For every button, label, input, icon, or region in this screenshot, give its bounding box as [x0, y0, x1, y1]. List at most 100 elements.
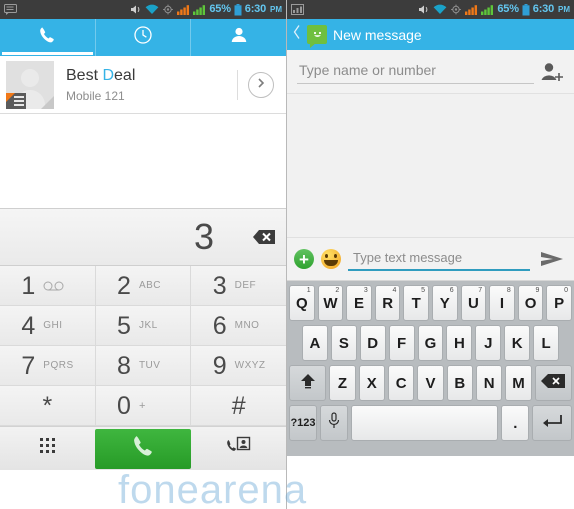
keyboard-row-3: Z X C V B N M	[289, 365, 572, 401]
key-w-sup: 2	[335, 287, 340, 294]
dialpad-row: * 0 + #	[0, 386, 286, 426]
emoji-smiley-icon[interactable]	[321, 249, 341, 269]
key-h[interactable]: H	[446, 325, 473, 361]
dial-number-display[interactable]: 3	[0, 208, 286, 266]
key-6[interactable]: 6 MNO	[191, 306, 286, 346]
shift-icon	[299, 372, 317, 394]
wifi-icon	[433, 4, 447, 15]
key-t-label: T	[411, 294, 421, 312]
tab-phone[interactable]	[0, 19, 96, 56]
key-2[interactable]: 2 ABC	[95, 266, 192, 306]
battery-icon	[234, 3, 242, 16]
key-a[interactable]: A	[302, 325, 328, 361]
clock-icon	[133, 25, 153, 50]
dialer-pane: 65% 6:30 PM Best Deal Mobile 121 3 1 2 A…	[0, 0, 287, 509]
back-chevron-icon[interactable]	[293, 24, 301, 45]
status-bar-left: 65% 6:30 PM	[0, 0, 286, 19]
key-k-label: K	[511, 334, 523, 352]
space-key[interactable]	[350, 405, 499, 441]
key-y[interactable]: 6Y	[432, 285, 458, 321]
key-1-digit: 1	[21, 271, 36, 300]
key-0[interactable]: 0 +	[95, 386, 192, 426]
key-p-label: P	[554, 294, 565, 312]
key-5[interactable]: 5 JKL	[95, 306, 192, 346]
key-u[interactable]: 7U	[460, 285, 487, 321]
keyboard-backspace-key[interactable]	[534, 365, 572, 401]
signal-chart-icon	[291, 4, 304, 15]
enter-icon	[540, 413, 564, 433]
add-recipient-icon[interactable]	[534, 61, 564, 83]
key-z[interactable]: Z	[329, 365, 356, 401]
shift-key[interactable]	[289, 365, 327, 401]
key-hash[interactable]: #	[191, 386, 286, 426]
key-9[interactable]: 9 WXYZ	[191, 346, 286, 386]
key-g[interactable]: G	[417, 325, 444, 361]
key-star[interactable]: *	[0, 386, 96, 426]
key-h-label: H	[453, 334, 465, 352]
call-button[interactable]	[95, 428, 191, 469]
sms-app-icon	[307, 25, 327, 48]
key-x[interactable]: X	[358, 365, 385, 401]
key-5-letters: JKL	[138, 320, 158, 331]
message-input[interactable]	[348, 247, 530, 271]
backspace-icon[interactable]	[242, 225, 276, 249]
key-n[interactable]: N	[476, 365, 503, 401]
plus-icon[interactable]: +	[294, 249, 314, 269]
key-f[interactable]: F	[388, 325, 415, 361]
key-e-sup: 3	[363, 287, 368, 294]
period-key[interactable]: .	[501, 405, 530, 441]
key-4-letters: GHI	[43, 320, 63, 331]
dual-phone-screenshot: 65% 6:30 PM Best Deal Mobile 121 3 1 2 A…	[0, 0, 574, 509]
key-7-digit: 7	[21, 351, 36, 380]
key-7[interactable]: 7 PQRS	[0, 346, 96, 386]
contact-name-prefix: Best	[66, 67, 103, 84]
key-v[interactable]: V	[417, 365, 444, 401]
key-w[interactable]: 2W	[317, 285, 344, 321]
microphone-key[interactable]	[319, 405, 348, 441]
keyboard-row-2: A S D F G H J K L	[289, 325, 572, 361]
key-3[interactable]: 3 DEF	[191, 266, 286, 306]
chevron-right-icon	[255, 76, 267, 94]
key-4[interactable]: 4 GHI	[0, 306, 96, 346]
contact-suggestion-row[interactable]: Best Deal Mobile 121	[0, 56, 286, 114]
battery-icon	[522, 3, 530, 16]
key-u-sup: 7	[478, 287, 483, 294]
key-p[interactable]: 0P	[546, 285, 572, 321]
add-contact-button[interactable]	[191, 436, 286, 461]
signal-sim1-icon	[177, 4, 190, 15]
key-8[interactable]: 8 TUV	[95, 346, 192, 386]
key-3-letters: DEF	[234, 280, 257, 291]
key-m[interactable]: M	[505, 365, 532, 401]
dialpad-toggle-button[interactable]	[0, 437, 95, 460]
key-8-digit: 8	[117, 351, 131, 380]
key-1[interactable]: 1	[0, 266, 96, 306]
key-o[interactable]: 9O	[517, 285, 544, 321]
tab-contacts[interactable]	[191, 19, 286, 56]
key-c[interactable]: C	[387, 365, 415, 401]
key-b[interactable]: B	[446, 365, 474, 401]
phone-call-icon	[130, 433, 156, 464]
key-i[interactable]: 8I	[489, 285, 515, 321]
key-j[interactable]: J	[475, 325, 502, 361]
enter-key[interactable]	[532, 405, 572, 441]
signal-sim1-icon	[465, 4, 478, 15]
key-k[interactable]: K	[504, 325, 531, 361]
contact-row-divider	[237, 69, 238, 100]
key-l[interactable]: L	[533, 325, 560, 361]
key-s[interactable]: S	[330, 325, 357, 361]
dialpad: 1 2 ABC 3 DEF 4 GHI 5 JKL 6 MNO 7 PQRS 8…	[0, 266, 286, 426]
recipient-input[interactable]	[297, 59, 534, 84]
key-8-letters: TUV	[138, 360, 161, 371]
contact-expand-button[interactable]	[248, 71, 274, 98]
key-r[interactable]: 4R	[374, 285, 401, 321]
call-button-cell	[95, 428, 191, 469]
key-e[interactable]: 3E	[346, 285, 372, 321]
key-d[interactable]: D	[359, 325, 386, 361]
symbols-key[interactable]: ?123	[289, 405, 317, 441]
send-arrow-icon[interactable]	[537, 249, 567, 269]
key-t[interactable]: 5T	[403, 285, 429, 321]
key-l-label: L	[541, 334, 551, 352]
key-v-label: V	[425, 374, 436, 392]
tab-recents[interactable]	[96, 19, 192, 56]
key-q[interactable]: 1Q	[289, 285, 315, 321]
